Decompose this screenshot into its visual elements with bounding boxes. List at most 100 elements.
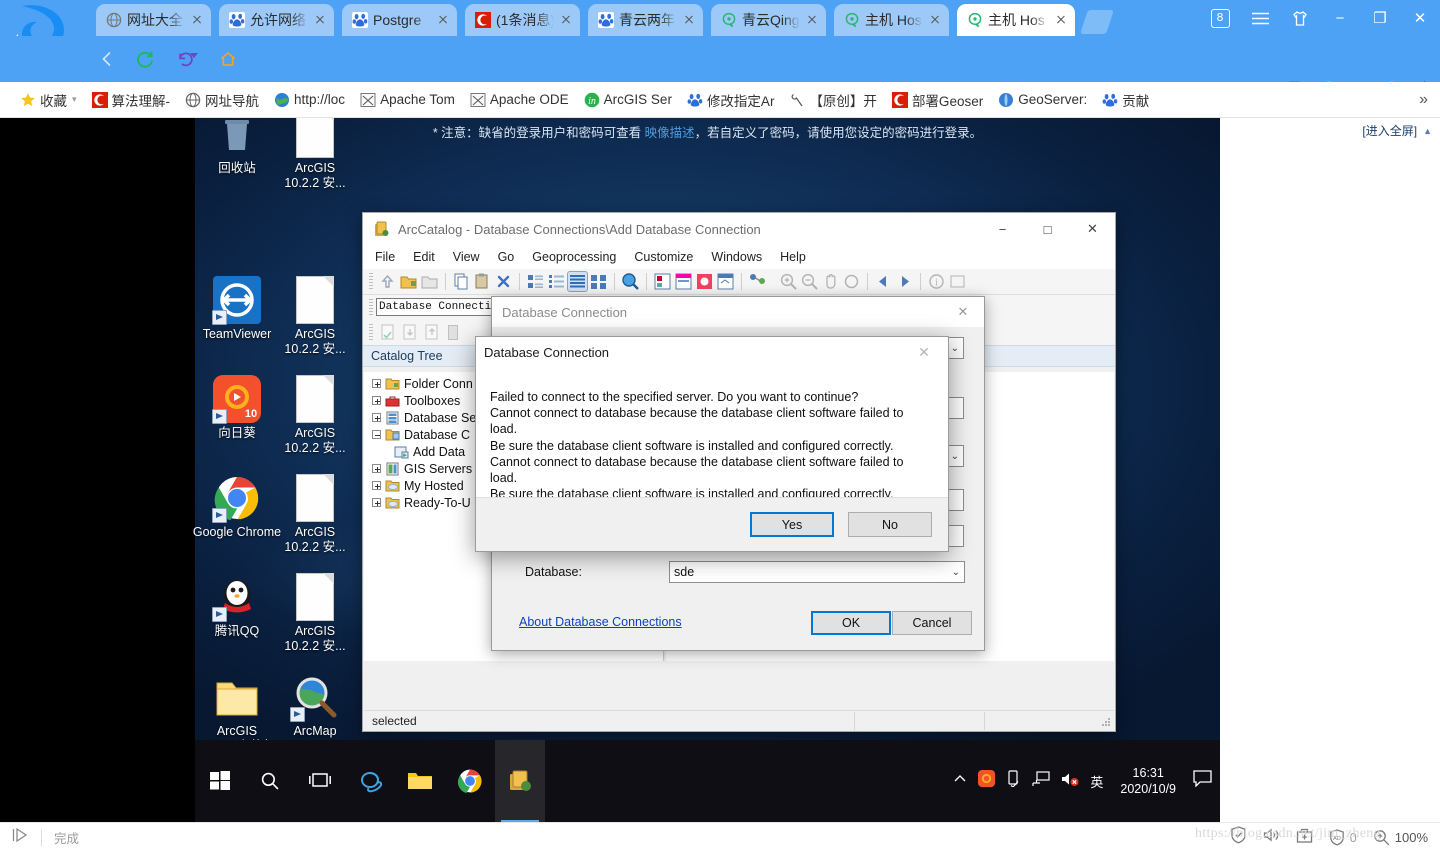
desktop-icon-arcgis-doc[interactable]: ArcGIS 10.2.2 安... — [267, 276, 363, 357]
history-arrow-icon[interactable] — [170, 44, 200, 74]
edit-metadata-icon[interactable] — [379, 323, 398, 342]
database-connection-close-icon[interactable]: ✕ — [942, 297, 984, 327]
bookmark-favorites[interactable]: 收藏 ▾ — [14, 87, 83, 113]
details-view-icon[interactable] — [567, 271, 588, 292]
browser-tab[interactable]: 网址大全 — [96, 4, 211, 36]
no-button[interactable]: No — [848, 512, 932, 537]
menu-view[interactable]: View — [453, 250, 480, 264]
maximize-button[interactable]: ❐ — [1360, 0, 1400, 36]
taskbar-internet-explorer-icon[interactable] — [345, 740, 395, 822]
yes-button[interactable]: Yes — [750, 512, 834, 537]
taskbar-arccatalog-icon[interactable] — [495, 740, 545, 822]
desktop-icon-arcgis-doc[interactable]: ArcGIS 10.2.2 安... — [267, 118, 363, 191]
tab-close-icon[interactable] — [1053, 12, 1069, 28]
desktop-icon-arcgis-doc[interactable]: ArcGIS 10.2.2 安... — [267, 375, 363, 456]
toolbox-window-icon[interactable] — [653, 272, 672, 291]
about-database-connections-link[interactable]: About Database Connections — [519, 615, 682, 629]
toolbar-grip[interactable] — [369, 323, 373, 341]
large-icons-view-icon[interactable] — [526, 272, 545, 291]
remote-desktop-viewport[interactable]: * 注意：缺省的登录用户和密码可查看 映像描述，若自定义了密码，请使用您设定的密… — [0, 118, 1440, 822]
thumbnails-view-icon[interactable] — [589, 272, 608, 291]
tab-close-icon[interactable] — [558, 12, 574, 28]
ime-indicator[interactable]: 英 — [1090, 772, 1103, 791]
arccatalog-maximize-button[interactable]: □ — [1025, 213, 1070, 245]
new-tab-button[interactable] — [1080, 10, 1114, 34]
connect-folder-icon[interactable] — [399, 272, 418, 291]
reload-icon[interactable] — [130, 44, 160, 74]
up-one-level-icon[interactable] — [378, 272, 397, 291]
arccatalog-minimize-button[interactable]: − — [980, 213, 1025, 245]
bookmark-item[interactable]: http://loc — [268, 89, 351, 111]
expand-icon[interactable] — [372, 396, 381, 405]
back-extent-icon[interactable] — [874, 272, 893, 291]
zoom-out-icon[interactable] — [800, 272, 819, 291]
bookmark-item[interactable]: 贡献 — [1096, 87, 1155, 113]
bookmark-item[interactable]: GeoServer: — [992, 89, 1093, 111]
show-hidden-icons-icon[interactable] — [953, 772, 967, 791]
zoom-control[interactable]: 100% — [1373, 829, 1428, 846]
bookmark-item[interactable]: 【原创】开 — [783, 87, 883, 113]
search-icon[interactable] — [621, 272, 640, 291]
desktop-icon-arcgis-doc[interactable]: ArcGIS 10.2.2 安... — [267, 474, 363, 555]
browser-tab[interactable]: 青云Qing — [711, 4, 826, 36]
windows-start-icon[interactable] — [195, 740, 245, 822]
browser-tab[interactable]: 主机 Hos — [834, 4, 949, 36]
browser-tab[interactable]: 青云两年 — [588, 4, 703, 36]
identify-icon[interactable]: i — [927, 272, 946, 291]
back-arrow-icon[interactable] — [92, 44, 122, 74]
task-view-icon[interactable] — [295, 740, 345, 822]
arccatalog-titlebar[interactable]: ArcCatalog - Database Connections\Add Da… — [363, 213, 1115, 245]
database-connection-message-box[interactable]: Database Connection ✕ Failed to connect … — [475, 336, 949, 552]
browser-tab[interactable]: 允许网络 — [219, 4, 334, 36]
resize-grip[interactable] — [1101, 717, 1111, 727]
image-description-link[interactable]: 映像描述 — [645, 126, 695, 140]
taskbar-chrome-icon[interactable] — [445, 740, 495, 822]
usb-icon[interactable] — [1006, 770, 1021, 792]
disconnect-folder-icon[interactable] — [420, 272, 439, 291]
export-metadata-icon[interactable] — [423, 323, 442, 342]
tab-close-icon[interactable] — [927, 12, 943, 28]
menu-customize[interactable]: Customize — [634, 250, 693, 264]
delete-icon[interactable] — [494, 272, 513, 291]
menu-file[interactable]: File — [375, 250, 395, 264]
step-play-icon[interactable] — [12, 827, 29, 847]
toolbar-overflow-button[interactable] — [448, 324, 458, 340]
tab-close-icon[interactable] — [681, 12, 697, 28]
browser-tab[interactable]: Postgre — [342, 4, 457, 36]
bookmark-item[interactable]: Apache Tom — [354, 89, 461, 111]
expand-icon[interactable] — [372, 379, 381, 388]
network-icon[interactable] — [1032, 770, 1050, 792]
python-window-icon[interactable] — [695, 272, 714, 291]
database-select[interactable]: sde ⌄ — [669, 561, 965, 583]
collapse-icon[interactable] — [372, 430, 381, 439]
sunflower-tray-icon[interactable] — [978, 770, 996, 792]
browser-tab[interactable]: (1条消息) — [465, 4, 580, 36]
close-button[interactable]: ✕ — [1400, 0, 1440, 36]
tab-close-icon[interactable] — [312, 12, 328, 28]
bookmark-item[interactable]: 网址导航 — [179, 87, 265, 113]
desktop-icon-arcgis-doc[interactable]: ArcGIS 10.2.2 安... — [267, 573, 363, 654]
taskbar-search-icon[interactable] — [245, 740, 295, 822]
expand-icon[interactable] — [372, 481, 381, 490]
expand-icon[interactable] — [372, 464, 381, 473]
expand-icon[interactable] — [372, 413, 381, 422]
paste-icon[interactable] — [473, 272, 492, 291]
full-extent-icon[interactable] — [842, 272, 861, 291]
forward-extent-icon[interactable] — [895, 272, 914, 291]
tab-close-icon[interactable] — [804, 12, 820, 28]
hamburger-icon[interactable] — [1240, 0, 1280, 36]
skin-icon[interactable] — [1280, 0, 1320, 36]
notification-icon[interactable] — [1193, 770, 1212, 792]
chevron-down-icon[interactable]: ▾ — [72, 94, 77, 105]
menu-help[interactable]: Help — [780, 250, 806, 264]
location-input[interactable]: Database Connections — [376, 298, 504, 316]
list-view-icon[interactable] — [547, 272, 566, 291]
bookmark-item[interactable]: 部署Geoser — [886, 87, 989, 113]
bookmark-item[interactable]: 算法理解- — [86, 87, 177, 113]
chevron-up-icon[interactable]: ▲ — [1423, 126, 1432, 136]
minimize-button[interactable]: − — [1320, 0, 1360, 36]
toolbar-grip[interactable] — [369, 298, 373, 316]
menu-geoprocessing[interactable]: Geoprocessing — [532, 250, 616, 264]
pan-icon[interactable] — [821, 272, 840, 291]
geoprocessing-results-icon[interactable] — [748, 272, 767, 291]
